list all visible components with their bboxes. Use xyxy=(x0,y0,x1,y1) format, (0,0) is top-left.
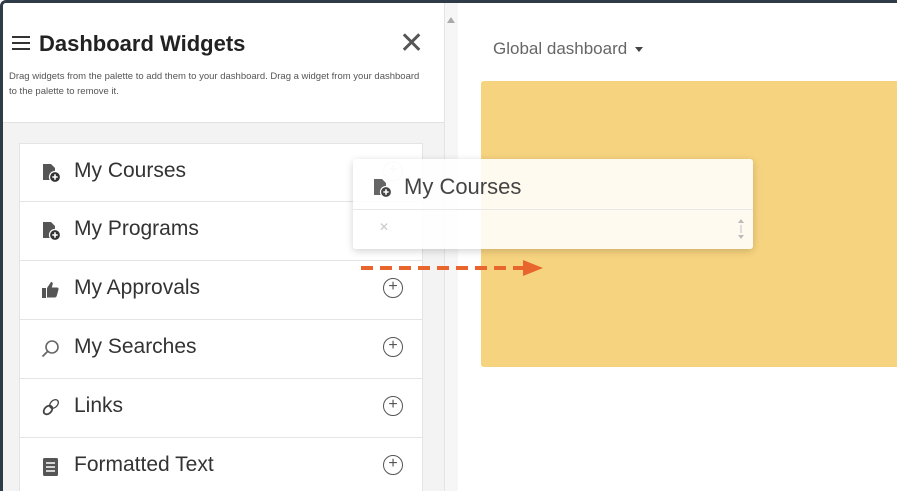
course-add-icon xyxy=(374,179,393,199)
widget-label: Formatted Text xyxy=(74,453,214,476)
widget-label: My Approvals xyxy=(74,276,201,299)
hamburger-menu-icon[interactable] xyxy=(12,36,30,50)
document-icon xyxy=(43,458,58,476)
course-add-icon xyxy=(43,164,62,184)
widget-label: My Courses xyxy=(74,159,187,182)
drag-direction-arrow-icon xyxy=(361,260,543,276)
ghost-widget-label: My Courses xyxy=(404,174,522,199)
add-widget-button[interactable]: + xyxy=(383,278,403,298)
link-icon xyxy=(42,399,59,416)
dashboard-selector-label: Global dashboard xyxy=(493,39,628,58)
thumbs-up-icon xyxy=(42,282,59,298)
widget-label: Links xyxy=(74,394,124,417)
program-add-icon xyxy=(43,222,62,242)
dashboard-selector[interactable]: Global dashboard xyxy=(493,39,644,59)
caret-down-icon xyxy=(635,47,644,53)
close-sidebar-button[interactable]: ✕ xyxy=(399,29,424,59)
add-widget-button[interactable]: + xyxy=(383,337,403,357)
ghost-resize-icon xyxy=(738,219,744,239)
sidebar-title: Dashboard Widgets xyxy=(39,31,246,56)
add-widget-button[interactable]: + xyxy=(383,396,403,416)
app-window: Dashboard Widgets ✕ Drag widgets from th… xyxy=(0,0,897,491)
widget-label: My Programs xyxy=(74,217,199,240)
widget-item-formatted-text[interactable]: Formatted Text + xyxy=(19,438,423,491)
search-icon xyxy=(41,340,59,358)
sidebar-description: Drag widgets from the palette to add the… xyxy=(9,71,420,97)
widget-item-my-searches[interactable]: My Searches + xyxy=(19,320,423,379)
scroll-up-arrow-icon[interactable] xyxy=(447,17,455,23)
widget-label: My Searches xyxy=(74,335,197,358)
ghost-divider xyxy=(353,209,753,210)
widget-item-links[interactable]: Links + xyxy=(19,379,423,438)
sidebar-header: Dashboard Widgets ✕ Drag widgets from th… xyxy=(3,3,445,123)
dragged-widget-ghost[interactable]: My Courses ✕ xyxy=(353,159,753,249)
ghost-close-icon: ✕ xyxy=(379,220,390,234)
add-widget-button[interactable]: + xyxy=(383,455,403,475)
